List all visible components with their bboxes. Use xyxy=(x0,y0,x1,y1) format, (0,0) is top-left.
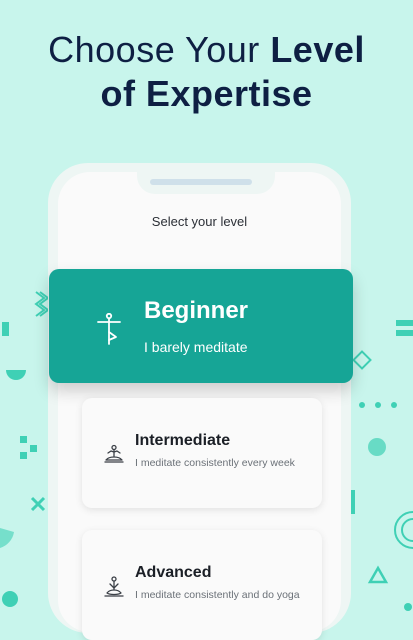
dot-decor xyxy=(404,603,412,611)
level-title: Beginner xyxy=(144,297,249,324)
level-card-intermediate[interactable]: Intermediate I meditate consistently eve… xyxy=(82,398,322,508)
half-circle-decor xyxy=(6,370,26,380)
diamond-decor xyxy=(352,350,372,370)
level-card-advanced[interactable]: Advanced I meditate consistently and do … xyxy=(82,530,322,640)
select-level-label: Select your level xyxy=(151,214,248,229)
bar-decor xyxy=(396,320,413,326)
square-decor xyxy=(20,452,27,459)
dot-decor xyxy=(391,402,397,408)
quarter-circle-decor xyxy=(0,528,14,548)
bar-decor xyxy=(2,322,9,336)
triangle-decor xyxy=(367,565,389,584)
ring-decor xyxy=(401,518,413,542)
dot-decor xyxy=(359,402,365,408)
cross-decor xyxy=(30,496,46,512)
circle-decor xyxy=(2,591,18,607)
level-subtitle: I barely meditate xyxy=(144,339,248,355)
level-title: Intermediate xyxy=(135,432,231,449)
square-decor xyxy=(20,436,27,443)
bar-decor xyxy=(396,330,413,336)
dot-decor xyxy=(375,402,381,408)
ring-decor xyxy=(394,511,413,549)
level-card-beginner[interactable]: Beginner I barely meditate xyxy=(49,269,353,383)
level-subtitle: I meditate consistently and do yoga xyxy=(135,589,300,601)
striped-circle-decor xyxy=(368,438,386,456)
level-title: Advanced xyxy=(135,564,212,581)
phone-speaker xyxy=(150,179,252,185)
meditation-pose-icon xyxy=(104,444,124,469)
level-subtitle: I meditate consistently every week xyxy=(135,457,295,469)
square-decor xyxy=(30,445,37,452)
lotus-pose-icon xyxy=(104,576,124,603)
tree-pose-icon xyxy=(95,312,123,350)
bar-decor xyxy=(351,490,355,514)
